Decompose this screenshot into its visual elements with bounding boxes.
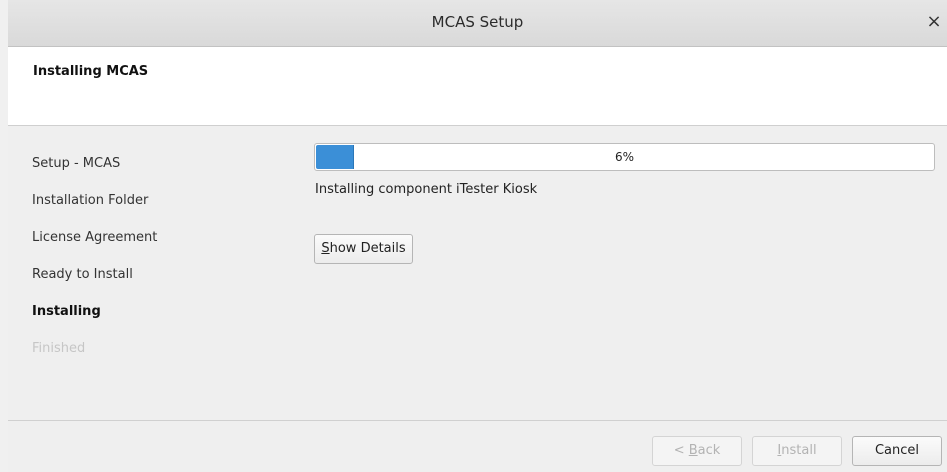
step-ready-to-install: Ready to Install: [32, 267, 133, 282]
step-finished: Finished: [32, 341, 86, 356]
step-setup: Setup - MCAS: [32, 156, 121, 171]
footer-divider: [8, 420, 947, 421]
page-title: Installing MCAS: [33, 64, 149, 79]
cancel-button[interactable]: Cancel: [852, 436, 942, 466]
back-button[interactable]: < Back: [652, 436, 742, 466]
back-mnemonic: B: [688, 443, 698, 458]
page-header: Installing MCAS: [8, 47, 947, 126]
step-license-agreement: License Agreement: [32, 230, 158, 245]
show-details-button[interactable]: Show Details: [314, 234, 413, 264]
status-text: Installing component iTester Kiosk: [315, 182, 538, 197]
progress-text: 6%: [614, 150, 635, 164]
back-label: ack: [697, 443, 721, 458]
back-prefix: <: [673, 443, 689, 458]
setup-window: MCAS Setup × Installing MCAS Setup - MCA…: [8, 0, 947, 472]
title-bar[interactable]: MCAS Setup ×: [8, 0, 947, 47]
window-title: MCAS Setup: [431, 13, 524, 31]
install-button[interactable]: Install: [752, 436, 842, 466]
details-label: how Details: [329, 241, 406, 256]
progress-bar: 6%: [314, 143, 935, 171]
install-label: nstall: [781, 443, 817, 458]
steps-list: Setup - MCAS Installation Folder License…: [32, 156, 157, 378]
step-installation-folder: Installation Folder: [32, 193, 149, 208]
details-mnemonic: S: [321, 241, 330, 256]
close-icon[interactable]: ×: [925, 12, 943, 32]
step-installing: Installing: [32, 304, 101, 319]
